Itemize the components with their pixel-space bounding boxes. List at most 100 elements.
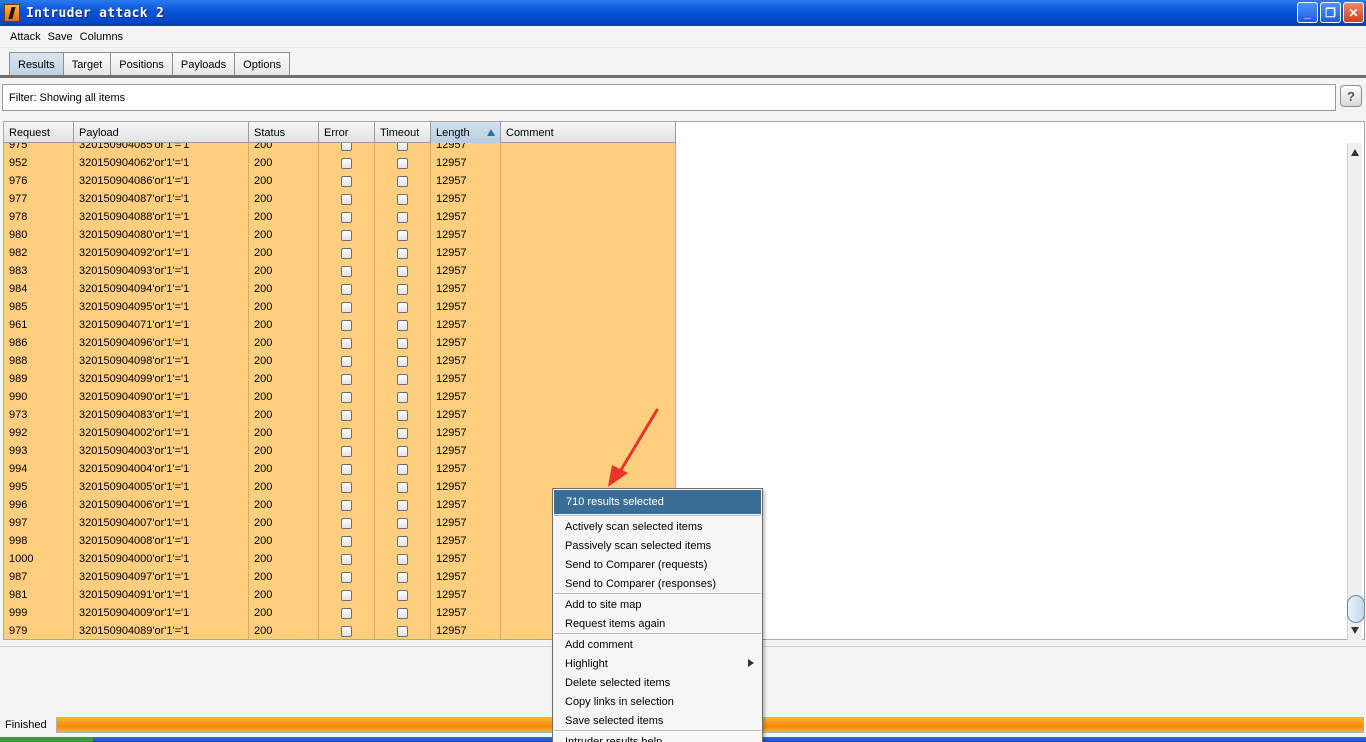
checkbox[interactable] [397,481,408,493]
tab-payloads[interactable]: Payloads [171,52,236,76]
checkbox[interactable] [397,301,408,313]
checkbox[interactable] [341,211,352,223]
table-row[interactable]: 988 320150904098'or'1'='1 200 12957 [4,352,676,370]
table-row[interactable]: 975 320150904085'or'1'='1 200 12957 [4,143,676,154]
checkbox[interactable] [397,409,408,421]
checkbox[interactable] [397,373,408,385]
menu-item-actively-scan-selected-items[interactable]: Actively scan selected items [553,517,762,536]
checkbox[interactable] [397,265,408,277]
table-row[interactable]: 989 320150904099'or'1'='1 200 12957 [4,370,676,388]
checkbox[interactable] [341,229,352,241]
table-row[interactable]: 985 320150904095'or'1'='1 200 12957 [4,298,676,316]
menu-save[interactable]: Save [48,31,73,43]
table-row[interactable]: 982 320150904092'or'1'='1 200 12957 [4,244,676,262]
table-row[interactable]: 973 320150904083'or'1'='1 200 12957 [4,406,676,424]
checkbox[interactable] [341,157,352,169]
checkbox[interactable] [397,463,408,475]
checkbox[interactable] [341,553,352,565]
checkbox[interactable] [397,247,408,259]
menu-item-request-items-again[interactable]: Request items again [553,614,762,633]
checkbox[interactable] [397,535,408,547]
minimize-button[interactable]: _ [1297,2,1318,23]
column-error[interactable]: Error [319,122,375,143]
table-row[interactable]: 961 320150904071'or'1'='1 200 12957 [4,316,676,334]
checkbox[interactable] [397,337,408,349]
checkbox[interactable] [397,625,408,637]
menu-attack[interactable]: Attack [10,31,41,43]
table-row[interactable]: 976 320150904086'or'1'='1 200 12957 [4,172,676,190]
checkbox[interactable] [341,143,352,151]
checkbox[interactable] [397,499,408,511]
checkbox[interactable] [397,193,408,205]
menu-item-copy-links-in-selection[interactable]: Copy links in selection [553,692,762,711]
menu-columns[interactable]: Columns [80,31,123,43]
menu-item-intruder-results-help[interactable]: Intruder results help [553,732,762,742]
menu-item-send-to-comparer-responses[interactable]: Send to Comparer (responses) [553,574,762,593]
checkbox[interactable] [341,499,352,511]
checkbox[interactable] [341,391,352,403]
table-row[interactable]: 994 320150904004'or'1'='1 200 12957 [4,460,676,478]
checkbox[interactable] [341,463,352,475]
table-row[interactable]: 986 320150904096'or'1'='1 200 12957 [4,334,676,352]
checkbox[interactable] [341,607,352,619]
vertical-scrollbar[interactable] [1347,143,1365,640]
checkbox[interactable] [341,535,352,547]
column-request[interactable]: Request [4,122,74,143]
scroll-up-icon[interactable] [1351,149,1359,156]
menu-item-delete-selected-items[interactable]: Delete selected items [553,673,762,692]
help-button[interactable]: ? [1340,85,1362,107]
checkbox[interactable] [341,409,352,421]
table-row[interactable]: 977 320150904087'or'1'='1 200 12957 [4,190,676,208]
column-payload[interactable]: Payload [74,122,249,143]
tab-target[interactable]: Target [62,52,112,76]
checkbox[interactable] [341,517,352,529]
checkbox[interactable] [397,571,408,583]
checkbox[interactable] [341,337,352,349]
checkbox[interactable] [341,283,352,295]
menu-item-send-to-comparer-requests[interactable]: Send to Comparer (requests) [553,555,762,574]
checkbox[interactable] [397,157,408,169]
scroll-thumb[interactable] [1347,595,1365,623]
table-row[interactable]: 983 320150904093'or'1'='1 200 12957 [4,262,676,280]
checkbox[interactable] [397,445,408,457]
checkbox[interactable] [341,247,352,259]
tab-options[interactable]: Options [234,52,291,76]
column-length[interactable]: Length [431,122,501,143]
checkbox[interactable] [397,355,408,367]
checkbox[interactable] [397,319,408,331]
checkbox[interactable] [341,301,352,313]
checkbox[interactable] [397,607,408,619]
checkbox[interactable] [341,193,352,205]
table-row[interactable]: 990 320150904090'or'1'='1 200 12957 [4,388,676,406]
checkbox[interactable] [341,355,352,367]
checkbox[interactable] [341,265,352,277]
checkbox[interactable] [341,589,352,601]
checkbox[interactable] [341,175,352,187]
checkbox[interactable] [397,211,408,223]
checkbox[interactable] [341,373,352,385]
menu-item-add-comment[interactable]: Add comment [553,635,762,654]
menu-item-save-selected-items[interactable]: Save selected items [553,711,762,730]
checkbox[interactable] [341,571,352,583]
checkbox[interactable] [397,553,408,565]
table-row[interactable]: 993 320150904003'or'1'='1 200 12957 [4,442,676,460]
checkbox[interactable] [341,445,352,457]
close-button[interactable]: ✕ [1343,2,1364,23]
table-row[interactable]: 952 320150904062'or'1'='1 200 12957 [4,154,676,172]
tab-positions[interactable]: Positions [110,52,173,76]
column-comment[interactable]: Comment [501,122,676,143]
table-row[interactable]: 978 320150904088'or'1'='1 200 12957 [4,208,676,226]
checkbox[interactable] [397,391,408,403]
checkbox[interactable] [397,589,408,601]
checkbox[interactable] [341,481,352,493]
tab-results[interactable]: Results [9,52,64,76]
scroll-down-icon[interactable] [1351,627,1359,634]
checkbox[interactable] [341,625,352,637]
menu-item-passively-scan-selected-items[interactable]: Passively scan selected items [553,536,762,555]
filter-bar[interactable]: Filter: Showing all items [2,84,1336,111]
menu-item-add-to-site-map[interactable]: Add to site map [553,595,762,614]
column-status[interactable]: Status [249,122,319,143]
checkbox[interactable] [397,517,408,529]
checkbox[interactable] [397,283,408,295]
table-row[interactable]: 980 320150904080'or'1'='1 200 12957 [4,226,676,244]
